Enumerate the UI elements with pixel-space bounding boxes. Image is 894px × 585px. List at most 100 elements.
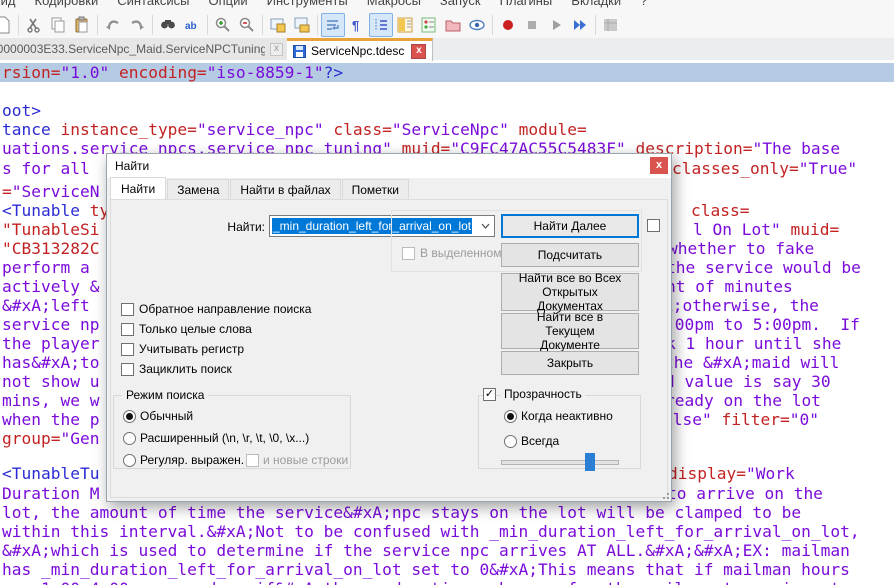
dialog-close-icon[interactable]: x bbox=[650, 157, 668, 174]
menu-item-синтаксисы[interactable]: Синтаксисы bbox=[114, 0, 192, 11]
toolbar-monitor-button[interactable] bbox=[465, 13, 489, 37]
code-line: are 1:00-4:00pm everyday, if&#xA;the ran… bbox=[0, 579, 894, 585]
code-line: &#xA;which is used to determine if the s… bbox=[0, 541, 894, 560]
toolbar-copy-button[interactable] bbox=[46, 13, 70, 37]
tab-close-icon[interactable]: x bbox=[270, 43, 283, 56]
menu-item-кодировки[interactable]: Кодировки bbox=[32, 0, 102, 11]
transparency-group bbox=[478, 395, 641, 469]
redo-icon bbox=[128, 16, 146, 34]
replace-icon: ab bbox=[183, 16, 201, 34]
toolbar-separator bbox=[262, 15, 263, 35]
mode-extended-radio[interactable] bbox=[123, 432, 136, 445]
tab-servicenpc-tdesc[interactable]: ServiceNpc.tdesc x bbox=[287, 38, 433, 61]
sync-scroll-horizontal-icon bbox=[293, 16, 311, 34]
match-case-label: Учитывать регистр bbox=[139, 342, 244, 356]
transparency-checkbox[interactable] bbox=[483, 388, 496, 401]
toolbar-macro-record-button[interactable] bbox=[496, 13, 520, 37]
find-dialog-titlebar[interactable]: Найти x bbox=[107, 154, 671, 178]
toolbar-sync-vertical-button[interactable] bbox=[266, 13, 290, 37]
menu-item-вкладки[interactable]: Вкладки bbox=[568, 0, 624, 11]
count-button[interactable]: Подсчитать bbox=[501, 243, 639, 267]
menu-bar: Вид Кодировки Синтаксисы Опции Инструменты Ма… bbox=[0, 0, 894, 11]
toolbar-new-file-button[interactable] bbox=[0, 13, 15, 37]
stop-icon bbox=[523, 16, 541, 34]
toolbar-redo-button[interactable] bbox=[125, 13, 149, 37]
fast-forward-icon bbox=[571, 16, 589, 34]
close-button[interactable]: Закрыть bbox=[501, 351, 639, 375]
toolbar-word-wrap-button[interactable] bbox=[321, 13, 345, 37]
menu-item-макросы[interactable]: Макросы bbox=[364, 0, 424, 11]
find-all-current-doc-button[interactable]: Найти все в Текущем Документе bbox=[501, 313, 639, 349]
tab-find-in-files[interactable]: Найти в файлах bbox=[230, 179, 340, 199]
toolbar-separator bbox=[317, 15, 318, 35]
tab-mark[interactable]: Пометки bbox=[342, 179, 409, 199]
transparency-slider[interactable] bbox=[501, 460, 619, 465]
record-icon bbox=[499, 16, 517, 34]
toolbar-macro-run-multiple-button[interactable] bbox=[568, 13, 592, 37]
find-what-label: Найти: bbox=[221, 220, 265, 234]
toolbar-find-button[interactable] bbox=[156, 13, 180, 37]
toolbar-folder-workspace-button[interactable] bbox=[441, 13, 465, 37]
notepad-plus-plus-window: Вид Кодировки Синтаксисы Опции Инструменты Ма… bbox=[0, 0, 894, 585]
toolbar-function-list-button[interactable] bbox=[417, 13, 441, 37]
toolbar-macro-stop-button[interactable] bbox=[520, 13, 544, 37]
cut-icon bbox=[25, 16, 43, 34]
toolbar-show-symbols-button[interactable]: ¶ bbox=[345, 13, 369, 37]
toolbar-separator bbox=[18, 15, 19, 35]
menu-item-вид[interactable]: Вид bbox=[0, 0, 19, 11]
toolbar-undo-button[interactable] bbox=[101, 13, 125, 37]
toolbar-separator bbox=[152, 15, 153, 35]
toolbar-replace-button[interactable]: ab bbox=[180, 13, 204, 37]
tab-replace[interactable]: Замена bbox=[167, 179, 229, 199]
toolbar-separator bbox=[595, 15, 596, 35]
find-dialog-tabs: Найти Замена Найти в файлах Пометки bbox=[110, 178, 410, 199]
mode-regex-label: Регуляр. выражен. bbox=[140, 453, 244, 467]
toolbar-indent-guide-button[interactable] bbox=[369, 13, 393, 37]
toolbar-zoom-out-button[interactable] bbox=[235, 13, 259, 37]
toolbar-sync-horizontal-button[interactable] bbox=[290, 13, 314, 37]
transparency-always-radio[interactable] bbox=[504, 435, 517, 448]
word-wrap-icon bbox=[324, 16, 342, 34]
menu-item-плагины[interactable]: Плагины bbox=[497, 0, 556, 11]
toolbar-macro-play-button[interactable] bbox=[544, 13, 568, 37]
find-all-open-docs-button[interactable]: Найти все во Всех Открытых Документах bbox=[501, 273, 639, 311]
transparency-on-inactive-radio[interactable] bbox=[504, 410, 517, 423]
menu-item-опции[interactable]: Опции bbox=[206, 0, 251, 11]
document-map-icon bbox=[396, 16, 414, 34]
find-next-button[interactable]: Найти Далее bbox=[501, 214, 639, 238]
toolbar-cut-button[interactable] bbox=[22, 13, 46, 37]
find-dialog[interactable]: Найти x Найти Замена Найти в файлах Поме… bbox=[106, 153, 672, 502]
menu-item-запуск[interactable]: Запуск bbox=[437, 0, 484, 11]
folder-workspace-icon bbox=[444, 16, 462, 34]
mode-regex-radio[interactable] bbox=[123, 454, 136, 467]
find-binoculars-icon bbox=[159, 16, 177, 34]
toolbar-save-macro-button[interactable] bbox=[599, 13, 623, 37]
zoom-in-icon bbox=[214, 16, 232, 34]
pilcrow-icon: ¶ bbox=[348, 16, 366, 34]
whole-word-label: Только целые слова bbox=[139, 322, 252, 336]
menu-item-инструменты[interactable]: Инструменты bbox=[264, 0, 351, 11]
mode-normal-radio[interactable] bbox=[123, 410, 136, 423]
paste-icon bbox=[73, 16, 91, 34]
find-next-swap-checkbox[interactable] bbox=[647, 219, 660, 232]
toolbar-zoom-in-button[interactable] bbox=[211, 13, 235, 37]
backward-direction-checkbox[interactable] bbox=[121, 303, 134, 316]
wrap-around-checkbox[interactable] bbox=[121, 363, 134, 376]
tab-servicenpctuning-xml[interactable]: 00000003E33.ServiceNpc_Maid.ServiceNPCTu… bbox=[0, 38, 289, 60]
toolbar-paste-button[interactable] bbox=[70, 13, 94, 37]
transparency-slider-handle[interactable] bbox=[585, 453, 595, 471]
menu-item-?[interactable]: ? bbox=[637, 0, 650, 11]
regex-newlines-checkbox[interactable] bbox=[246, 454, 259, 467]
match-case-checkbox[interactable] bbox=[121, 343, 134, 356]
code-line: tance instance_type="service_npc" class=… bbox=[0, 120, 894, 139]
code-line: rsion="1.0" encoding="iso-8859-1"?> bbox=[0, 63, 894, 82]
regex-newlines-label: и новые строки bbox=[263, 453, 348, 467]
play-icon bbox=[547, 16, 565, 34]
toolbar-document-map-button[interactable] bbox=[393, 13, 417, 37]
tab-close-icon[interactable]: x bbox=[411, 44, 426, 59]
resize-grip[interactable] bbox=[659, 489, 669, 499]
in-selection-checkbox[interactable] bbox=[402, 247, 415, 260]
transparency-always-label: Всегда bbox=[521, 434, 559, 448]
whole-word-checkbox[interactable] bbox=[121, 323, 134, 336]
tab-find[interactable]: Найти bbox=[110, 177, 166, 199]
